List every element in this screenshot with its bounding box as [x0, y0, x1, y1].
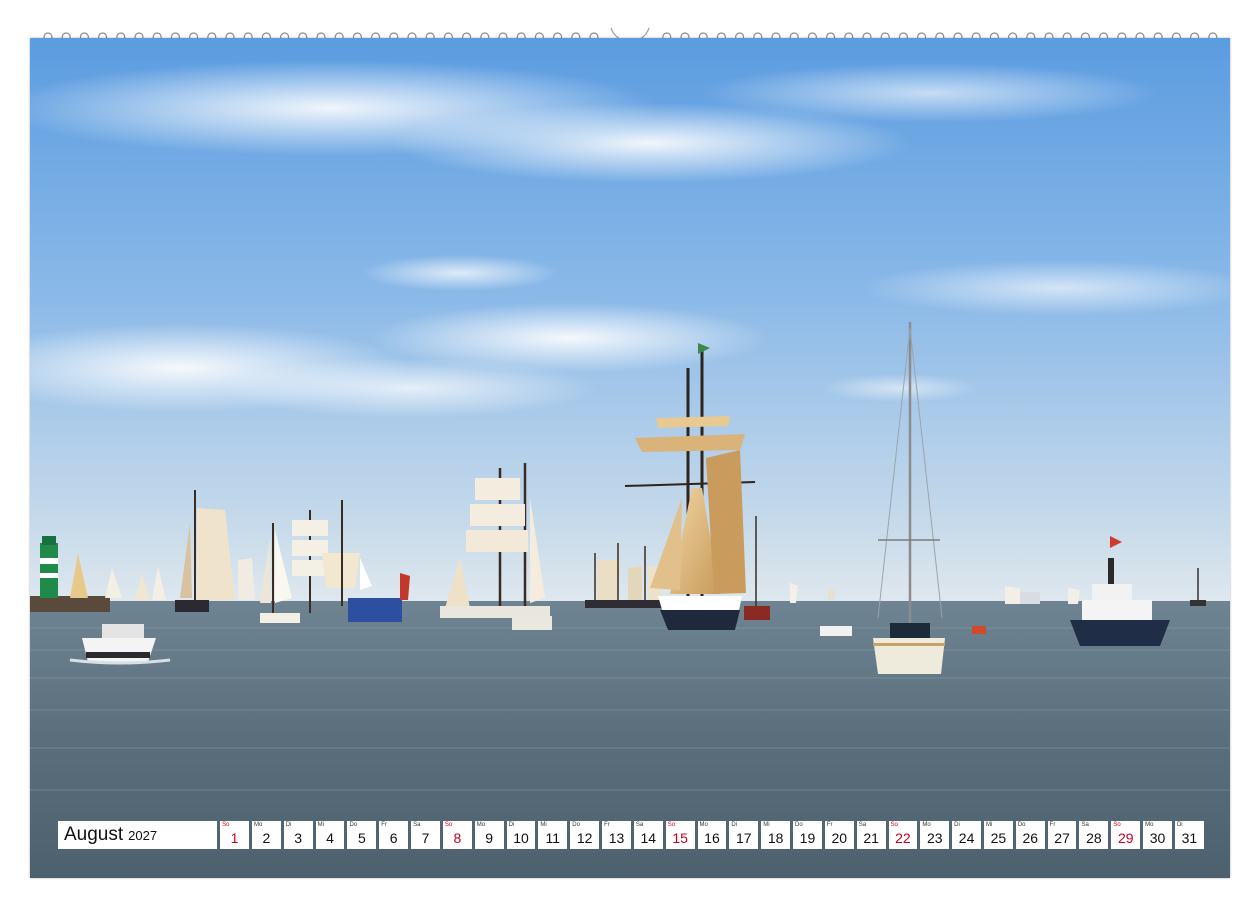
day-number: 22 [895, 830, 911, 846]
day-cell: Do 26 [1015, 821, 1045, 849]
day-number: 12 [576, 830, 593, 846]
day-abbr: Mo [476, 822, 486, 828]
day-number: 1 [230, 830, 239, 846]
day-number: 16 [704, 830, 720, 846]
day-cell: Do 12 [570, 821, 600, 849]
day-cell: Fr 27 [1047, 821, 1077, 849]
day-abbr: Di [1176, 822, 1183, 828]
day-number: 29 [1117, 830, 1134, 846]
day-abbr: Mo [253, 822, 263, 828]
day-cell: Mi 25 [984, 821, 1013, 849]
day-cell: Di 3 [283, 821, 313, 849]
day-abbr: So [222, 822, 230, 828]
day-cell: Di 31 [1174, 821, 1204, 849]
day-abbr: So [444, 822, 453, 828]
day-abbr: Di [731, 822, 738, 828]
day-number: 5 [357, 830, 366, 846]
day-number: 31 [1181, 830, 1198, 846]
day-abbr: Mi [540, 822, 547, 828]
day-number: 26 [1022, 830, 1039, 846]
day-abbr: So [667, 822, 676, 828]
day-number: 20 [831, 830, 848, 846]
day-abbr: Sa [635, 822, 644, 828]
day-number: 8 [453, 830, 462, 846]
day-number: 6 [389, 830, 398, 846]
day-cell: Sa 14 [633, 821, 663, 849]
day-number: 9 [485, 830, 494, 846]
day-number: 25 [990, 830, 1007, 846]
day-number: 28 [1086, 830, 1102, 846]
day-number: 18 [767, 830, 784, 846]
day-cell: So 1 [220, 821, 249, 849]
day-cell: Di 10 [506, 821, 536, 849]
day-number: 13 [608, 830, 625, 846]
day-abbr: So [1113, 822, 1121, 828]
day-cell: Mi 4 [315, 821, 345, 849]
day-cell: Mo 30 [1143, 821, 1172, 849]
day-abbr: Fr [1049, 822, 1056, 828]
day-abbr: Do [1017, 822, 1026, 828]
calendar-strip: August 2027 So 1 Mo 2 Di 3 Mi 4 Do 5 Fr 6 Sa 7 So 8 Mo 9 D… [58, 821, 1204, 849]
day-number: 7 [421, 830, 430, 846]
day-cell: Sa 7 [411, 821, 440, 849]
day-cell: Mo 2 [251, 821, 281, 849]
day-abbr: Do [795, 822, 803, 828]
day-cell: So 15 [665, 821, 695, 849]
day-cell: Fr 13 [602, 821, 631, 849]
day-cell: Fr 6 [379, 821, 409, 849]
day-number: 30 [1149, 830, 1166, 846]
day-abbr: Mi [763, 822, 770, 828]
day-cell: So 22 [888, 821, 918, 849]
day-abbr: Mo [699, 822, 708, 828]
calendar-photo [30, 38, 1230, 878]
day-number: 14 [640, 830, 657, 846]
day-abbr: So [890, 822, 898, 828]
day-cell: Di 17 [729, 821, 759, 849]
day-cell: Mi 11 [538, 821, 568, 849]
day-abbr: Fr [604, 822, 610, 828]
day-cell: Mi 18 [761, 821, 791, 849]
day-abbr: Di [954, 822, 960, 828]
day-number: 2 [262, 830, 271, 846]
day-number: 19 [799, 830, 816, 846]
day-abbr: Sa [858, 822, 867, 828]
day-abbr: Di [285, 822, 292, 828]
day-abbr: Mo [1145, 822, 1154, 828]
day-abbr: Sa [413, 822, 421, 828]
day-number: 10 [513, 830, 529, 846]
day-cell: Mo 23 [920, 821, 950, 849]
day-abbr: Do [572, 822, 580, 828]
day-abbr: Mo [922, 822, 931, 828]
day-number: 27 [1054, 830, 1070, 846]
day-number: 21 [863, 830, 879, 846]
day-cell: So 29 [1111, 821, 1141, 849]
day-abbr: Sa [1081, 822, 1089, 828]
day-cell: Mo 16 [697, 821, 727, 849]
day-cell: Mo 9 [474, 821, 504, 849]
month-name: August [64, 824, 124, 845]
day-abbr: Mi [317, 822, 324, 828]
day-abbr: Do [349, 822, 358, 828]
day-abbr: Di [508, 822, 515, 828]
day-cell: Do 5 [347, 821, 377, 849]
day-abbr: Fr [826, 822, 833, 828]
day-number: 24 [958, 830, 975, 846]
day-number: 23 [926, 830, 943, 846]
day-abbr: Fr [381, 822, 387, 828]
day-number: 3 [294, 830, 303, 846]
day-abbr: Mi [986, 822, 993, 828]
month-label: August 2027 [58, 821, 218, 849]
tall-ships-harbor-image [30, 38, 1230, 878]
day-cell: So 8 [442, 821, 472, 849]
day-cell: Fr 20 [824, 821, 854, 849]
day-number: 4 [326, 830, 334, 846]
day-cell: Sa 28 [1079, 821, 1109, 849]
day-cell: Sa 21 [856, 821, 886, 849]
day-number: 15 [672, 830, 688, 846]
day-number: 11 [545, 830, 561, 846]
day-cell: Di 24 [952, 821, 981, 849]
day-cell: Do 19 [793, 821, 822, 849]
month-year: 2027 [128, 827, 158, 843]
day-number: 17 [736, 830, 752, 846]
